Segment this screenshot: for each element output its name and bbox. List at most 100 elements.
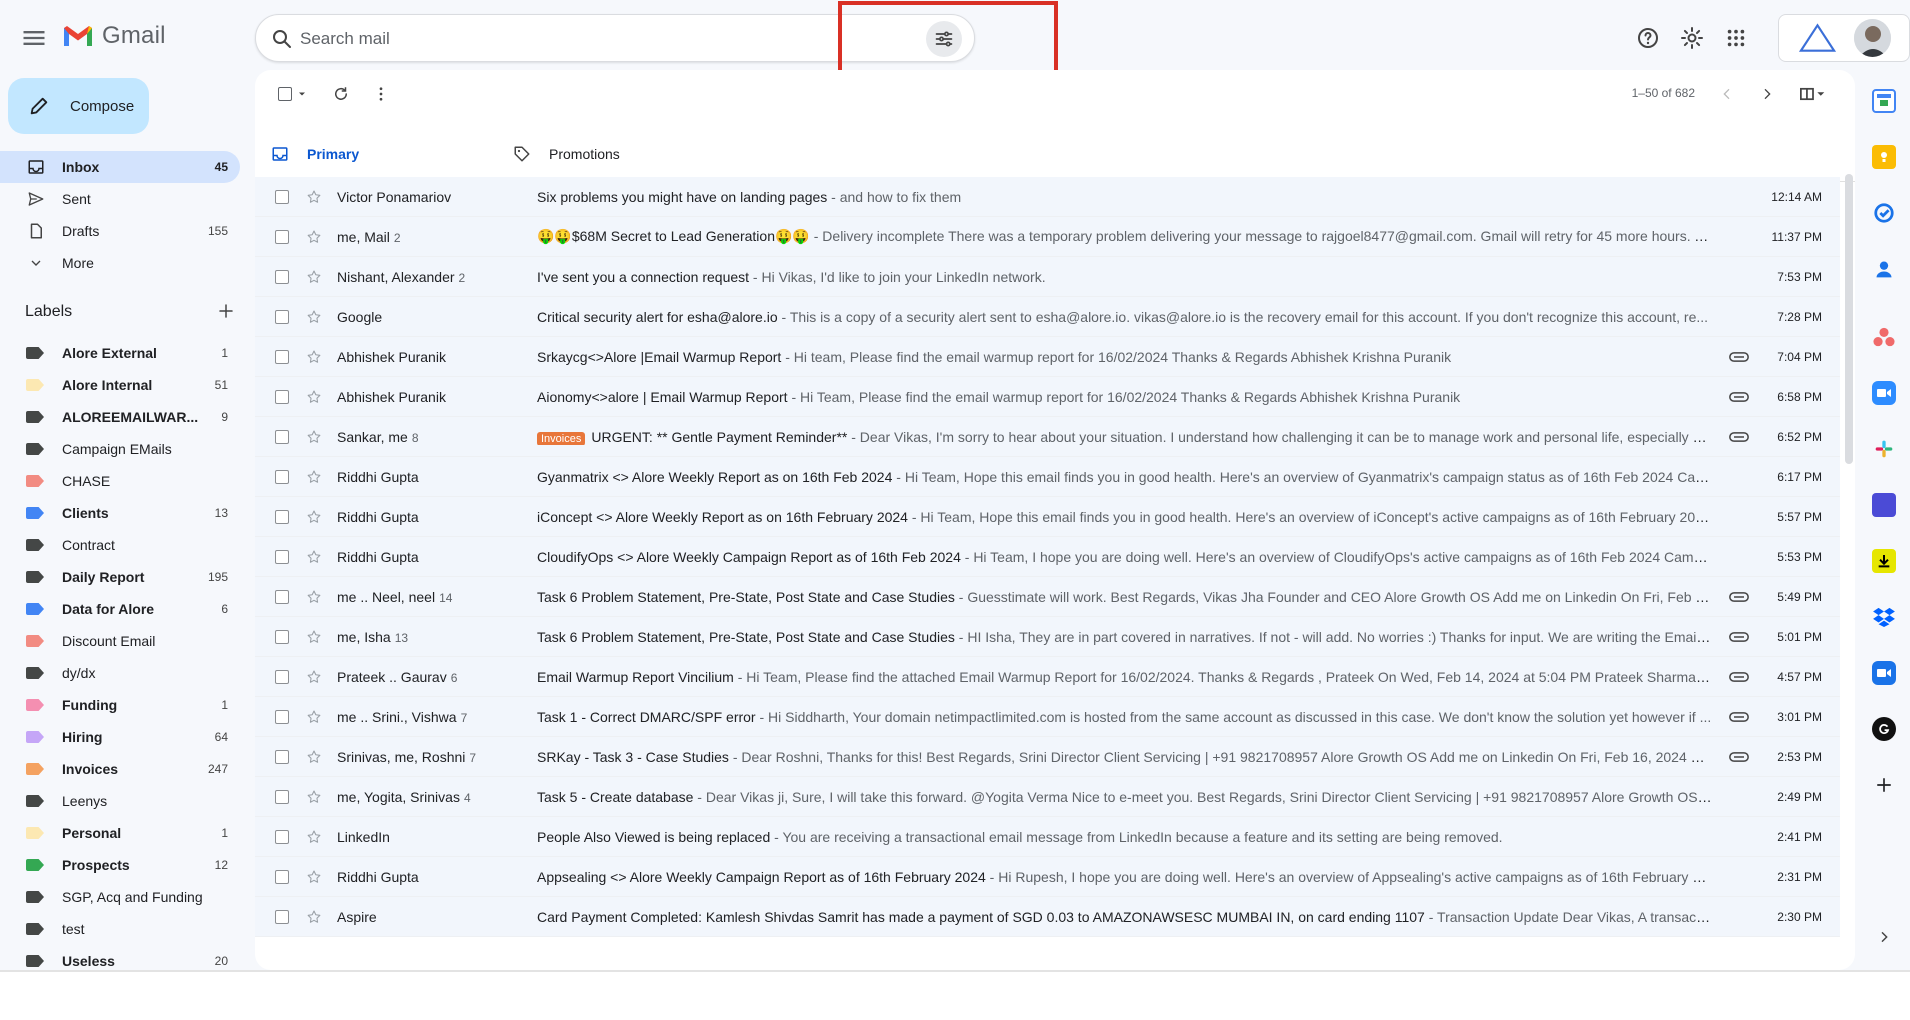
star-icon[interactable]: [305, 228, 323, 246]
label-item[interactable]: Leenys: [0, 785, 240, 817]
search-input[interactable]: [300, 23, 880, 55]
label-item[interactable]: Discount Email: [0, 625, 240, 657]
label-item[interactable]: ALOREEMAILWAR... 9: [0, 401, 240, 433]
gmail-logo[interactable]: Gmail: [62, 22, 166, 50]
row-checkbox[interactable]: [275, 429, 289, 444]
table-row[interactable]: Abhishek Puranik Srkaycg<>Alore |Email Wa…: [255, 337, 1840, 377]
compose-button[interactable]: Compose: [8, 78, 149, 134]
search-options-button[interactable]: [926, 21, 962, 57]
table-row[interactable]: me, Yogita, Srinivas 4 Task 5 - Create dat…: [255, 777, 1840, 817]
support-button[interactable]: [1626, 16, 1670, 60]
label-item[interactable]: Data for Alore 6: [0, 593, 240, 625]
row-checkbox[interactable]: [275, 309, 289, 324]
table-row[interactable]: Srinivas, me, Roshni 7 SRKay - Task 3 - Ca…: [255, 737, 1840, 777]
star-icon[interactable]: [305, 468, 323, 486]
older-button[interactable]: [1749, 76, 1785, 112]
star-icon[interactable]: [305, 588, 323, 606]
label-item[interactable]: dy/dx: [0, 657, 240, 689]
tab-primary[interactable]: Primary: [255, 126, 497, 182]
tasks-icon[interactable]: [1872, 201, 1896, 225]
google-apps-button[interactable]: [1714, 16, 1758, 60]
table-row[interactable]: Aspire Card Payment Completed: Kamlesh Sh…: [255, 897, 1840, 937]
table-row[interactable]: Abhishek Puranik Aionomy<>alore | Email W…: [255, 377, 1840, 417]
table-row[interactable]: Google Critical security alert for esha@a…: [255, 297, 1840, 337]
row-checkbox[interactable]: [275, 389, 289, 404]
label-item[interactable]: Useless 20: [0, 945, 240, 969]
table-row[interactable]: me .. Srini., Vishwa 7 Task 1 - Correct DM…: [255, 697, 1840, 737]
nav-item-drafts[interactable]: Drafts 155: [0, 215, 240, 247]
select-all-checkbox[interactable]: [275, 76, 311, 112]
productivity-app-icon[interactable]: [1872, 493, 1896, 517]
label-item[interactable]: Invoices 247: [0, 753, 240, 785]
star-icon[interactable]: [305, 788, 323, 806]
star-icon[interactable]: [305, 508, 323, 526]
star-icon[interactable]: [305, 708, 323, 726]
row-checkbox[interactable]: [275, 229, 289, 244]
download-icon[interactable]: [1872, 549, 1896, 573]
tab-promotions[interactable]: Promotions: [497, 126, 739, 182]
row-checkbox[interactable]: [275, 709, 289, 724]
table-row[interactable]: Riddhi Gupta iConcept <> Alore Weekly Rep…: [255, 497, 1840, 537]
split-pane-toggle[interactable]: [1791, 76, 1835, 112]
dropbox-icon[interactable]: [1872, 605, 1896, 629]
newer-button[interactable]: [1709, 76, 1745, 112]
star-icon[interactable]: [305, 388, 323, 406]
main-menu-icon[interactable]: [20, 24, 48, 52]
row-checkbox[interactable]: [275, 349, 289, 364]
row-checkbox[interactable]: [275, 509, 289, 524]
nav-item-sent[interactable]: Sent: [0, 183, 240, 215]
more-actions-button[interactable]: [363, 76, 399, 112]
search-bar[interactable]: [255, 14, 975, 62]
row-checkbox[interactable]: [275, 589, 289, 604]
row-checkbox[interactable]: [275, 829, 289, 844]
star-icon[interactable]: [305, 348, 323, 366]
refresh-button[interactable]: [323, 76, 359, 112]
table-row[interactable]: Riddhi Gupta CloudifyOps <> Alore Weekly …: [255, 537, 1840, 577]
label-item[interactable]: test: [0, 913, 240, 945]
star-icon[interactable]: [305, 908, 323, 926]
star-icon[interactable]: [305, 268, 323, 286]
label-item[interactable]: Personal 1: [0, 817, 240, 849]
table-row[interactable]: Victor Ponamariov Six problems you might …: [255, 177, 1840, 217]
table-row[interactable]: Riddhi Gupta Gyanmatrix <> Alore Weekly R…: [255, 457, 1840, 497]
star-icon[interactable]: [305, 308, 323, 326]
table-row[interactable]: me, Mail 2 🤑🤑$68M Secret to Lead Generatio…: [255, 217, 1840, 257]
table-row[interactable]: me, Isha 13 Task 6 Problem Statement, Pre-…: [255, 617, 1840, 657]
star-icon[interactable]: [305, 188, 323, 206]
meet-icon[interactable]: [1872, 661, 1896, 685]
label-item[interactable]: Contract: [0, 529, 240, 561]
row-checkbox[interactable]: [275, 629, 289, 644]
keep-icon[interactable]: [1872, 145, 1896, 169]
calendar-icon[interactable]: [1872, 89, 1896, 113]
create-label-button[interactable]: [217, 302, 235, 323]
row-checkbox[interactable]: [275, 909, 289, 924]
table-row[interactable]: LinkedIn People Also Viewed is being repl…: [255, 817, 1840, 857]
label-item[interactable]: Clients 13: [0, 497, 240, 529]
grammarly-icon[interactable]: [1872, 717, 1896, 741]
asana-icon[interactable]: [1872, 325, 1896, 349]
table-row[interactable]: Riddhi Gupta Appsealing <> Alore Weekly C…: [255, 857, 1840, 897]
contacts-icon[interactable]: [1872, 257, 1896, 281]
table-row[interactable]: me .. Neel, neel 14 Task 6 Problem Stateme…: [255, 577, 1840, 617]
row-checkbox[interactable]: [275, 189, 289, 204]
avatar[interactable]: [1854, 19, 1891, 57]
label-badge[interactable]: Invoices: [537, 431, 586, 445]
star-icon[interactable]: [305, 748, 323, 766]
table-row[interactable]: Nishant, Alexander 2 I've sent you a conne…: [255, 257, 1840, 297]
label-item[interactable]: Hiring 64: [0, 721, 240, 753]
nav-item-inbox[interactable]: Inbox 45: [0, 151, 240, 183]
zoom-icon[interactable]: [1872, 381, 1896, 405]
account-switcher[interactable]: [1778, 14, 1910, 62]
row-checkbox[interactable]: [275, 269, 289, 284]
star-icon[interactable]: [305, 868, 323, 886]
hide-side-panel-icon[interactable]: [1872, 925, 1896, 949]
search-icon[interactable]: [270, 27, 294, 51]
label-item[interactable]: Campaign EMails: [0, 433, 240, 465]
label-item[interactable]: Alore Internal 51: [0, 369, 240, 401]
star-icon[interactable]: [305, 628, 323, 646]
nav-item-more[interactable]: More: [0, 247, 240, 279]
settings-button[interactable]: [1670, 16, 1714, 60]
label-item[interactable]: Prospects 12: [0, 849, 240, 881]
star-icon[interactable]: [305, 428, 323, 446]
label-item[interactable]: Funding 1: [0, 689, 240, 721]
